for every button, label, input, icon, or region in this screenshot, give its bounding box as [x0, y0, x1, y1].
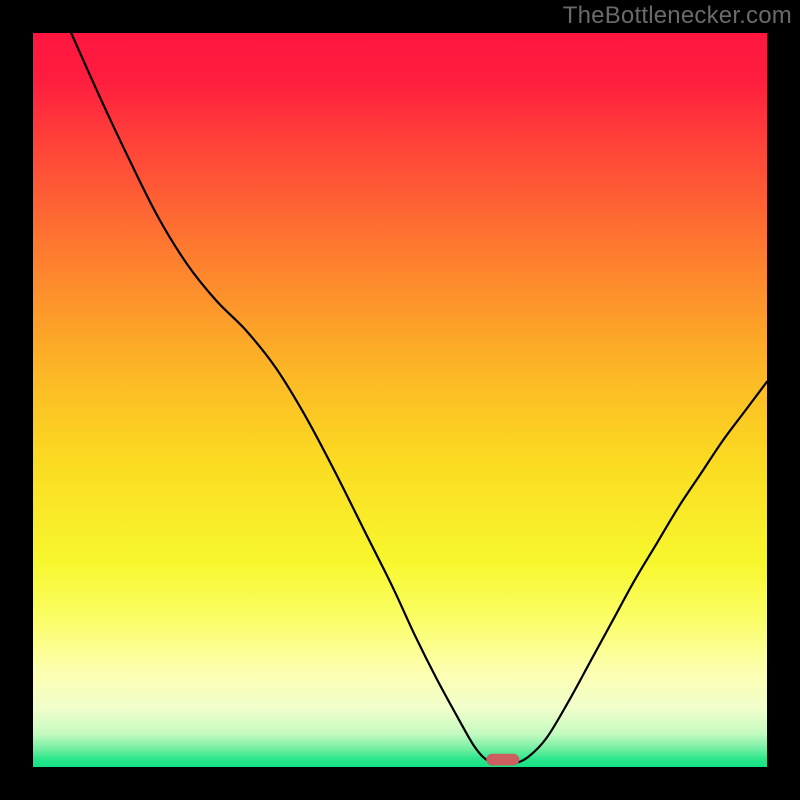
bottleneck-chart [0, 0, 800, 800]
chart-container: TheBottlenecker.com [0, 0, 800, 800]
plot-border [0, 767, 800, 800]
plot-background [33, 33, 767, 767]
plot-border [767, 0, 800, 800]
optimal-marker [486, 754, 519, 766]
plot-border [0, 0, 33, 800]
watermark-text: TheBottlenecker.com [563, 2, 792, 30]
